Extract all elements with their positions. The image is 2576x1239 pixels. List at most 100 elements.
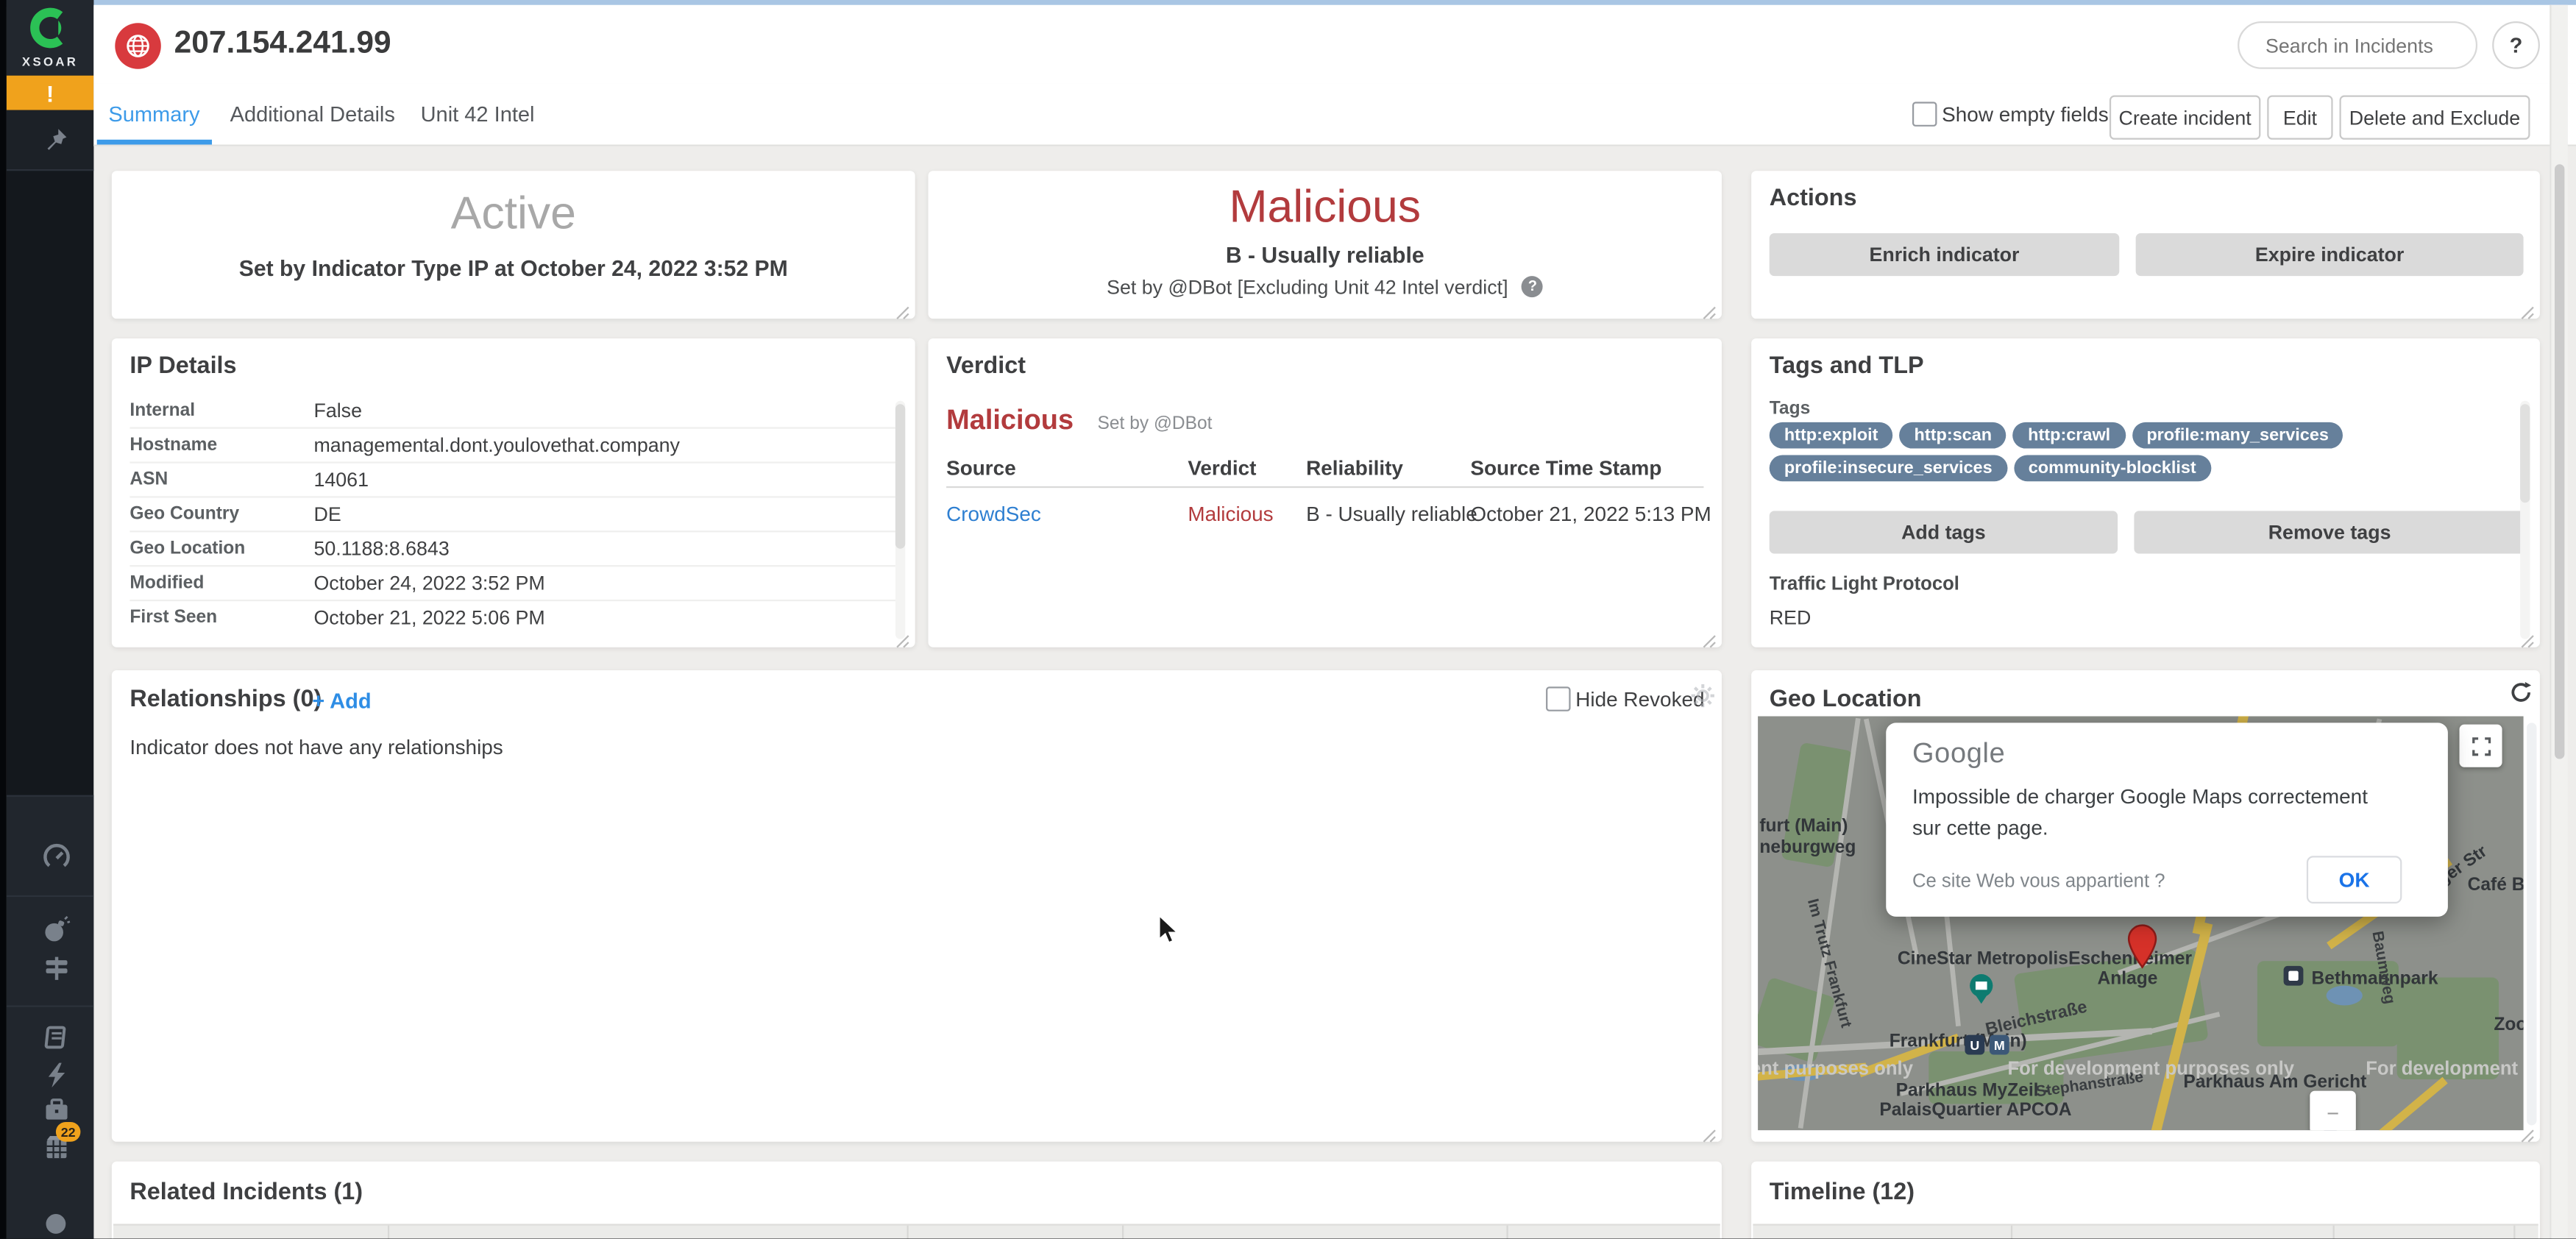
timeline-card: Timeline (12) bbox=[1751, 1162, 2540, 1239]
dialog-question: Ce site Web vous appartient ? bbox=[1912, 873, 2165, 892]
resize-handle[interactable] bbox=[1702, 299, 1717, 313]
status-card: Active Set by Indicator Type IP at Octob… bbox=[112, 171, 915, 319]
sidebar-alert-tab[interactable]: ! bbox=[7, 76, 93, 110]
row-timestamp: October 21, 2022 5:13 PM bbox=[1470, 503, 1711, 525]
verdict-help-icon[interactable]: ? bbox=[1522, 277, 1543, 298]
card-scrollbar-track[interactable] bbox=[2527, 723, 2536, 1125]
remove-tags-button[interactable]: Remove tags bbox=[2134, 511, 2524, 553]
map-zoom-out-button[interactable]: − bbox=[2310, 1091, 2356, 1131]
sidebar: XSOAR ! bbox=[7, 0, 93, 1239]
tlp-label: Traffic Light Protocol bbox=[1770, 575, 1959, 594]
resize-handle[interactable] bbox=[2520, 299, 2535, 313]
hide-revoked-checkbox[interactable] bbox=[1546, 686, 1570, 711]
status-value: Active bbox=[112, 188, 915, 240]
tabs-row: Summary Additional Details Unit 42 Intel… bbox=[93, 84, 2576, 146]
card-scrollbar-track[interactable] bbox=[895, 401, 905, 639]
verdict-set-by: Set by @DBot [Excluding Unit 42 Intel ve… bbox=[1107, 276, 1508, 299]
row-verdict: Malicious bbox=[1188, 503, 1273, 525]
dialog-ok-button[interactable]: OK bbox=[2307, 856, 2402, 903]
map-label: furt (Main) bbox=[1759, 817, 1848, 837]
sidebar-divider bbox=[7, 1005, 93, 1007]
screenshot-viewport: XSOAR ! bbox=[0, 0, 2576, 1239]
show-empty-fields-label: Show empty fields bbox=[1942, 104, 2108, 127]
geo-location-card: Geo Location bbox=[1751, 670, 2540, 1142]
map-label: CineStar Metropolis bbox=[1898, 950, 2068, 970]
location-pin-icon bbox=[2127, 923, 2157, 978]
tag-pill: http:scan bbox=[1899, 422, 2006, 449]
map-label: Parkhaus MyZeil - bbox=[1896, 1081, 2050, 1101]
add-tags-button[interactable]: Add tags bbox=[1770, 511, 2118, 553]
timeline-title: Timeline (12) bbox=[1770, 1179, 1915, 1206]
source-link[interactable]: CrowdSec bbox=[946, 503, 1041, 525]
tag-pill: community-blocklist bbox=[2014, 455, 2211, 481]
create-incident-button[interactable]: Create incident bbox=[2110, 96, 2260, 140]
page-scrollbar-thumb[interactable] bbox=[2555, 164, 2564, 759]
tab-additional-details[interactable]: Additional Details bbox=[230, 102, 395, 126]
sidebar-pin-block[interactable] bbox=[7, 110, 93, 171]
resize-handle[interactable] bbox=[2520, 1122, 2535, 1137]
settings-partial-icon[interactable] bbox=[43, 1211, 69, 1239]
tag-pill: profile:insecure_services bbox=[1770, 455, 2007, 481]
lightning-icon[interactable] bbox=[43, 1061, 71, 1097]
signpost-icon[interactable] bbox=[43, 954, 71, 990]
card-scrollbar-track[interactable] bbox=[2520, 401, 2530, 639]
map-fullscreen-button[interactable] bbox=[2460, 725, 2502, 767]
google-logo: Google bbox=[1912, 738, 2005, 771]
tags-label: Tags bbox=[1770, 400, 1811, 419]
actions-card: Actions Enrich indicator Expire indicato… bbox=[1751, 171, 2540, 319]
resize-handle[interactable] bbox=[895, 299, 910, 313]
relationships-empty-message: Indicator does not have any relationship… bbox=[129, 736, 503, 759]
map-label: neburgweg bbox=[1759, 838, 1856, 858]
tags-list: http:exploit http:scan http:crawl profil… bbox=[1770, 422, 2529, 481]
dialog-message: Impossible de charger Google Maps correc… bbox=[1912, 782, 2399, 846]
dashboard-gauge-icon[interactable] bbox=[43, 842, 71, 878]
ubahn-badge: U bbox=[1965, 1035, 1984, 1055]
edit-button[interactable]: Edit bbox=[2267, 96, 2332, 140]
related-incidents-card: Related Incidents (1) bbox=[112, 1162, 1722, 1239]
page-scrollbar-track[interactable] bbox=[2550, 5, 2568, 1239]
indicator-type-icon bbox=[115, 23, 161, 69]
relationships-add-link[interactable]: + Add bbox=[312, 689, 371, 713]
globe-icon bbox=[125, 33, 152, 60]
resize-handle[interactable] bbox=[2520, 628, 2535, 642]
verdict-panel-title: Verdict bbox=[946, 353, 1026, 380]
search-input[interactable] bbox=[2238, 21, 2477, 69]
map-label: PalaisQuartier APCOA bbox=[1879, 1101, 2071, 1121]
row-reliability: B - Usually reliable bbox=[1306, 503, 1477, 525]
related-incidents-title: Related Incidents (1) bbox=[129, 1179, 363, 1206]
verdict-reliability: B - Usually reliable bbox=[929, 243, 1722, 267]
tag-pill: profile:many_services bbox=[2132, 422, 2343, 449]
google-map[interactable]: furt (Main) neburgweg Im Trutz Frankfurt… bbox=[1758, 717, 2523, 1131]
tags-tlp-card: Tags and TLP Tags http:exploit http:scan… bbox=[1751, 338, 2540, 647]
book-icon[interactable] bbox=[43, 1023, 71, 1059]
relationships-settings-gear-icon[interactable] bbox=[1691, 684, 1715, 717]
tlp-value: RED bbox=[1770, 606, 1812, 629]
maps-watermark: For development purposes only bbox=[1758, 1059, 1913, 1079]
expire-indicator-button[interactable]: Expire indicator bbox=[2136, 233, 2524, 276]
resize-handle[interactable] bbox=[895, 628, 910, 642]
tab-summary[interactable]: Summary bbox=[108, 102, 199, 126]
maps-watermark: For development purposes only bbox=[2007, 1059, 2294, 1079]
minus-icon: − bbox=[2327, 1100, 2339, 1124]
col-verdict: Verdict bbox=[1188, 457, 1256, 480]
resize-handle[interactable] bbox=[1702, 1122, 1717, 1137]
col-timestamp: Source Time Stamp bbox=[1470, 457, 1661, 480]
verdict-summary-card: Malicious B - Usually reliable Set by @D… bbox=[929, 171, 1722, 319]
ip-details-card: IP Details Internal False Hostname manag… bbox=[112, 338, 915, 647]
table-header-strip bbox=[113, 1224, 1720, 1238]
enrich-indicator-button[interactable]: Enrich indicator bbox=[1770, 233, 2120, 276]
left-edge bbox=[0, 0, 7, 1239]
bomb-icon[interactable] bbox=[43, 915, 71, 951]
table-header-underline bbox=[946, 486, 1703, 488]
sidebar-logo-block[interactable]: XSOAR bbox=[7, 0, 93, 76]
refresh-icon[interactable] bbox=[2508, 680, 2533, 713]
map-label: Zoo bbox=[2494, 1015, 2523, 1035]
resize-handle[interactable] bbox=[1702, 628, 1717, 642]
help-button[interactable]: ? bbox=[2492, 21, 2540, 69]
tab-unit42-intel[interactable]: Unit 42 Intel bbox=[421, 102, 535, 126]
page-header: 207.154.241.99 ? bbox=[93, 5, 2576, 84]
col-reliability: Reliability bbox=[1306, 457, 1403, 480]
marketplace-badge: 22 bbox=[56, 1122, 80, 1142]
show-empty-fields-checkbox[interactable] bbox=[1912, 102, 1937, 126]
delete-and-exclude-button[interactable]: Delete and Exclude bbox=[2340, 96, 2530, 140]
